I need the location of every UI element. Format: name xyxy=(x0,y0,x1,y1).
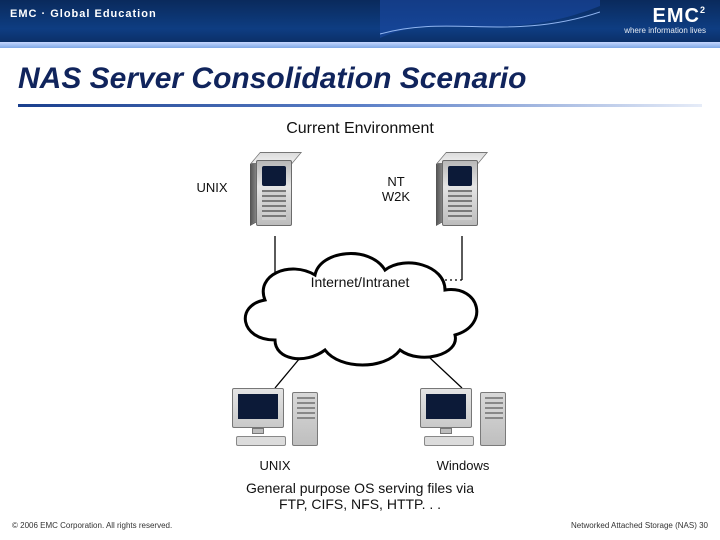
server-unix-label: UNIX xyxy=(182,180,242,195)
cloud-icon: Internet/Intranet xyxy=(220,230,500,380)
brand-left-text: EMC · Global Education xyxy=(10,8,157,20)
client-unix-icon xyxy=(232,388,318,456)
cloud-label: Internet/Intranet xyxy=(220,274,500,290)
brand-right-sup: 2 xyxy=(700,5,706,15)
footer-right: Networked Attached Storage (NAS) 30 xyxy=(571,521,708,530)
brand-right: EMC2 where information lives xyxy=(624,6,706,35)
client-unix-label: UNIX xyxy=(232,458,318,473)
slide-title: NAS Server Consolidation Scenario xyxy=(18,62,526,96)
client-windows-icon xyxy=(420,388,506,456)
slide-caption: General purpose OS serving files via FTP… xyxy=(0,480,720,512)
server-windows-icon xyxy=(436,152,488,234)
footer-left: © 2006 EMC Corporation. All rights reser… xyxy=(12,521,172,530)
slide-subheading: Current Environment xyxy=(0,120,720,138)
brand-left: EMC · Global Education xyxy=(10,8,157,20)
server-unix-icon xyxy=(250,152,302,234)
header-swoosh xyxy=(380,0,600,48)
diagram-canvas: UNIX NT W2K Internet/Intranet UNIX Windo… xyxy=(0,140,720,500)
client-windows-label: Windows xyxy=(420,458,506,473)
top-banner: EMC · Global Education EMC2 where inform… xyxy=(0,0,720,48)
title-underline xyxy=(18,104,702,107)
brand-right-tagline: where information lives xyxy=(624,26,706,35)
server-win-label: NT W2K xyxy=(366,174,426,204)
header-stripe xyxy=(0,42,720,48)
brand-right-name: EMC xyxy=(653,5,700,27)
